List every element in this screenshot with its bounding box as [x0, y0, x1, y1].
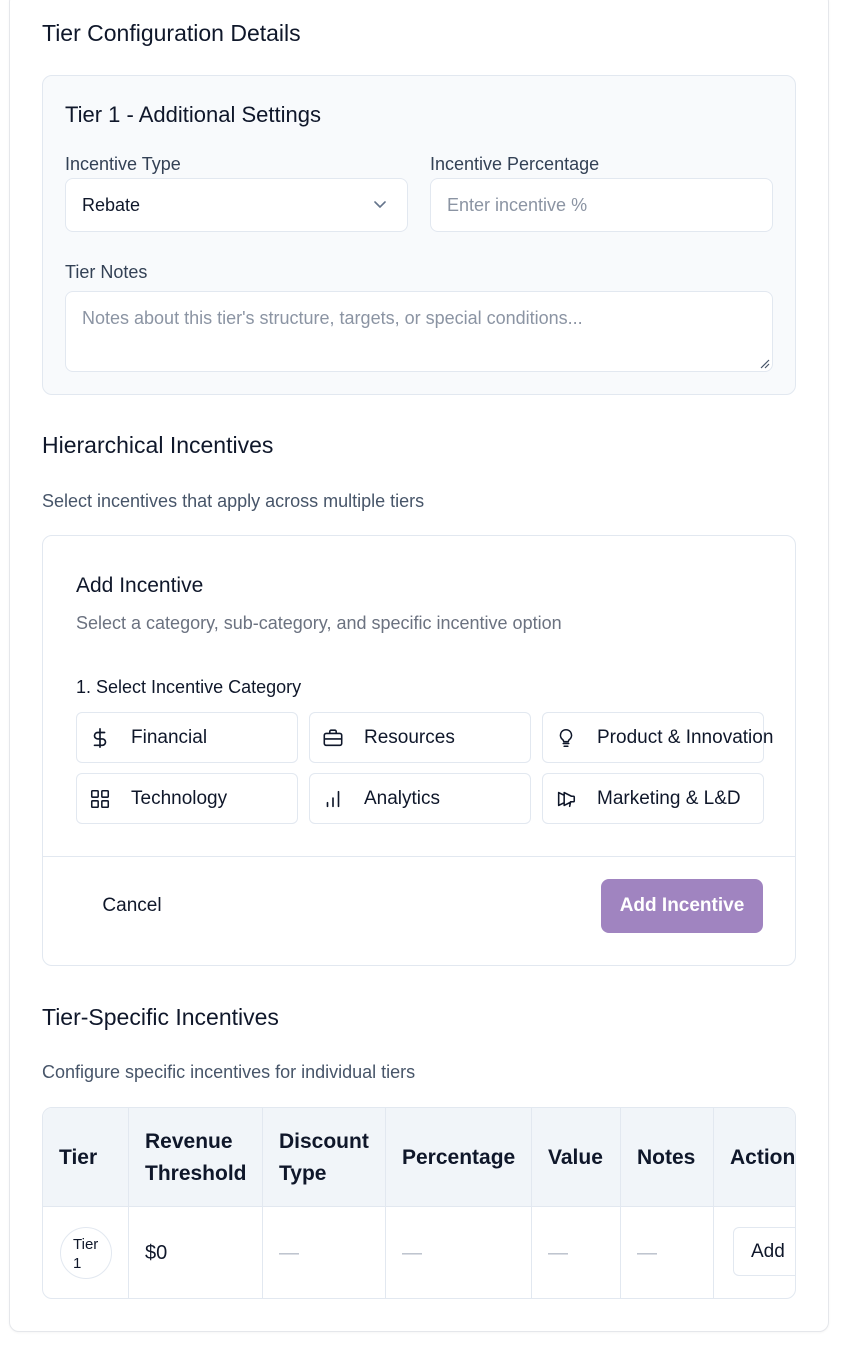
category-technology[interactable]: Technology [76, 773, 298, 824]
tier-config-title: Tier Configuration Details [42, 20, 301, 46]
category-step-label: 1. Select Incentive Category [76, 677, 302, 697]
tier-panel-title: Tier 1 - Additional Settings [65, 102, 321, 127]
col-header-revenue-line1: Revenue [145, 1129, 233, 1153]
add-incentive-subtitle: Select a category, sub-category, and spe… [76, 613, 562, 633]
category-label: Product & Innovation [597, 726, 774, 748]
col-header-discount-line2: Type [279, 1161, 327, 1185]
category-resources[interactable]: Resources [309, 712, 531, 763]
tier-specific-subtitle: Configure specific incentives for indivi… [42, 1062, 416, 1082]
grid-icon [89, 788, 111, 810]
incentive-type-select[interactable]: Rebate [65, 178, 408, 232]
add-incentive-title: Add Incentive [76, 574, 204, 597]
tier-notes-label: Tier Notes [65, 262, 148, 282]
resize-handle-icon[interactable] [758, 357, 770, 369]
col-header-actions: Actions [730, 1145, 796, 1169]
row-add-button[interactable]: Add [733, 1227, 795, 1276]
add-incentive-card: Add Incentive Select a category, sub-cat… [42, 535, 796, 966]
dollar-icon [89, 727, 111, 749]
incentive-percentage-input[interactable]: Enter incentive % [430, 178, 773, 232]
tier-settings-panel: Tier 1 - Additional Settings Incentive T… [42, 75, 796, 395]
megaphone-icon [555, 788, 577, 810]
cell-discount: — [279, 1241, 299, 1264]
category-label: Marketing & L&D [597, 787, 741, 809]
lightbulb-icon [555, 727, 577, 749]
cell-revenue: $0 [145, 1241, 168, 1264]
bar-chart-icon [322, 788, 344, 810]
col-header-discount-type: Discount Type [263, 1108, 385, 1207]
col-header-notes: Notes [637, 1145, 696, 1169]
category-label: Financial [131, 726, 208, 748]
chevron-down-icon [374, 201, 386, 208]
incentive-percentage-placeholder: Enter incentive % [447, 194, 588, 215]
category-label: Resources [364, 726, 455, 748]
col-header-tier: Tier [59, 1145, 98, 1169]
category-product-innovation[interactable]: Product & Innovation [542, 712, 773, 763]
incentive-percentage-label: Incentive Percentage [430, 154, 600, 174]
cancel-button[interactable]: Cancel [77, 879, 187, 933]
tier-notes-placeholder: Notes about this tier's structure, targe… [82, 308, 583, 328]
col-header-revenue-threshold: Revenue Threshold [129, 1108, 262, 1207]
col-header-percentage: Percentage [402, 1145, 516, 1169]
tier-notes-textarea[interactable]: Notes about this tier's structure, targe… [65, 291, 773, 372]
card-divider [43, 856, 795, 857]
col-header-value: Value [548, 1145, 603, 1169]
cell-value: — [548, 1241, 568, 1264]
category-financial[interactable]: Financial [76, 712, 298, 763]
category-analytics[interactable]: Analytics [309, 773, 531, 824]
col-header-revenue-line2: Threshold [145, 1161, 247, 1185]
category-label: Technology [131, 787, 228, 809]
cell-percentage: — [402, 1241, 422, 1264]
cell-notes: — [637, 1241, 657, 1264]
tier-badge-line1: Tier [73, 1236, 99, 1253]
category-marketing-ld[interactable]: Marketing & L&D [542, 773, 764, 824]
category-label: Analytics [364, 787, 441, 809]
tier-badge: Tier 1 [60, 1227, 112, 1279]
col-header-discount-line1: Discount [279, 1129, 369, 1153]
hierarchical-title: Hierarchical Incentives [42, 432, 274, 458]
hierarchical-subtitle: Select incentives that apply across mult… [42, 491, 425, 511]
tier-badge-line2: 1 [73, 1255, 82, 1272]
briefcase-icon [322, 727, 344, 749]
tier-specific-title: Tier-Specific Incentives [42, 1004, 279, 1030]
tier-incentives-table: Tier Revenue Threshold Discount Type Per… [42, 1107, 796, 1299]
add-incentive-button[interactable]: Add Incentive [601, 879, 763, 933]
incentive-type-value: Rebate [82, 194, 141, 215]
incentive-type-label: Incentive Type [65, 154, 181, 174]
